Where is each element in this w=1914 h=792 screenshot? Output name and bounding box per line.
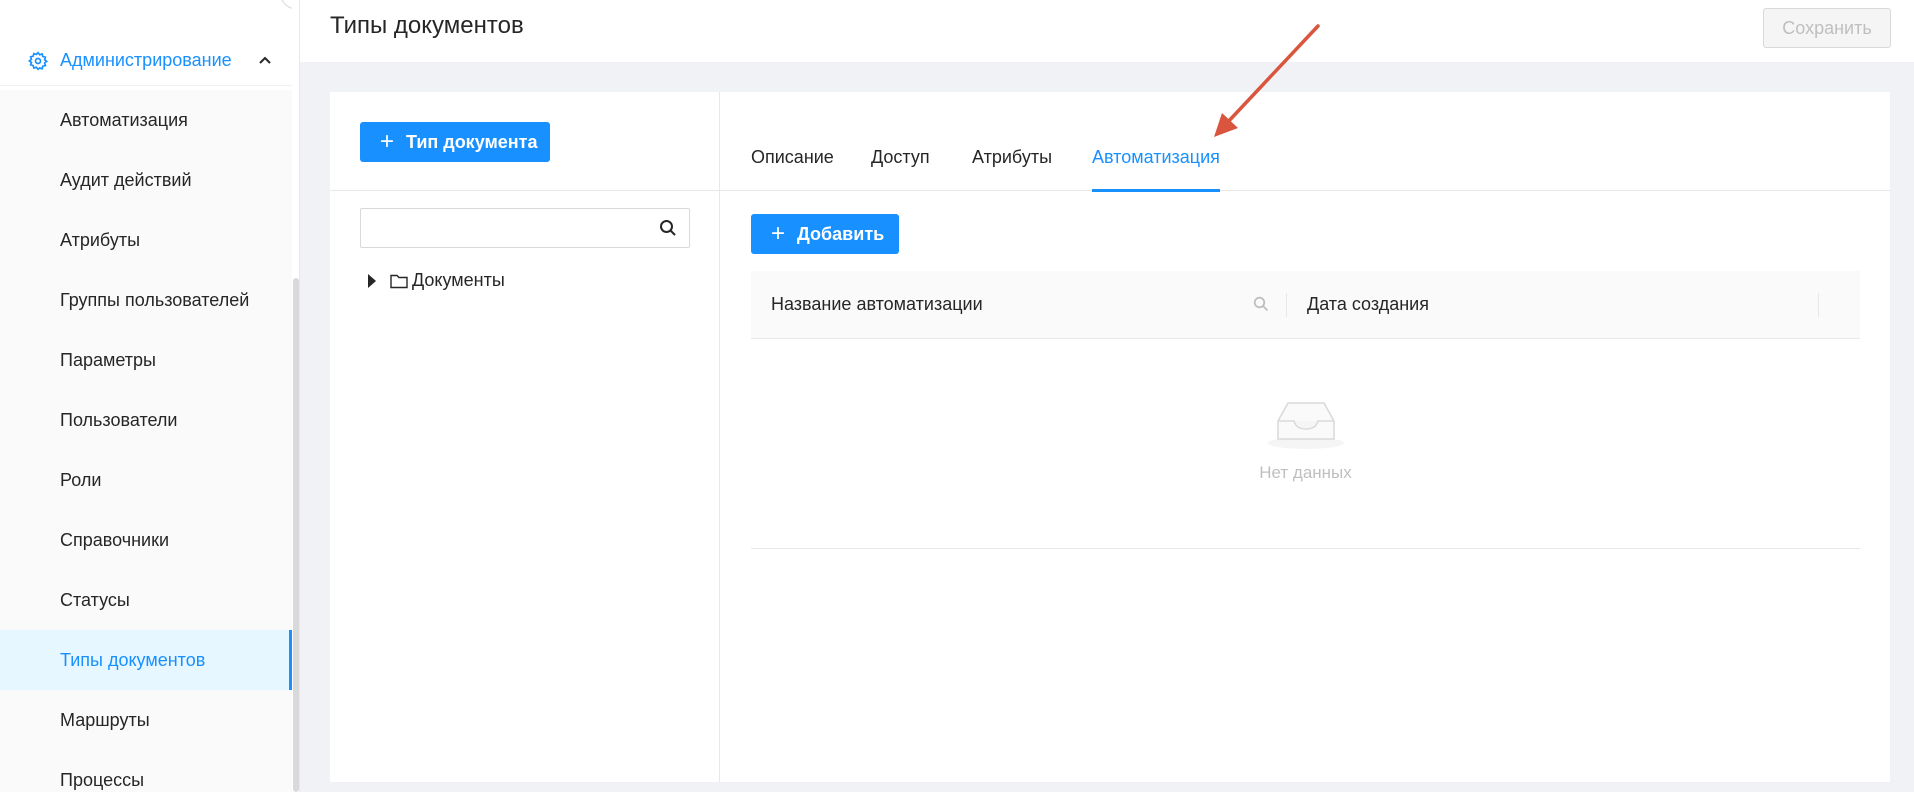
- menu-section-administration[interactable]: Администрирование: [0, 36, 299, 86]
- save-button[interactable]: Сохранить: [1763, 8, 1891, 48]
- sidebar-item-label: Группы пользователей: [60, 289, 250, 310]
- sidebar-item-label: Параметры: [60, 349, 156, 370]
- sidebar-item-processes[interactable]: Процессы: [0, 750, 292, 792]
- sidebar-item-document-types[interactable]: Типы документов: [0, 630, 292, 690]
- sidebar-item-routes[interactable]: Маршруты: [0, 690, 292, 750]
- tab-access[interactable]: Доступ: [871, 147, 930, 191]
- main-card: + Тип документа Документы Описание Досту…: [330, 92, 1890, 782]
- add-document-type-button[interactable]: + Тип документа: [360, 122, 550, 162]
- column-header-name: Название автоматизации: [771, 294, 983, 314]
- page-header: Типы документов: [300, 0, 1914, 62]
- sidebar-item-label: Статусы: [60, 589, 130, 610]
- sidebar-item-label: Типы документов: [60, 649, 206, 670]
- tree-node-documents[interactable]: Документы: [368, 270, 505, 291]
- folder-icon: [390, 274, 408, 288]
- tab-attributes[interactable]: Атрибуты: [972, 147, 1052, 191]
- plus-icon: +: [380, 128, 395, 155]
- add-automation-label: Добавить: [797, 223, 885, 244]
- sidebar-item-label: Аудит действий: [60, 169, 192, 190]
- sidebar-item-label: Автоматизация: [60, 109, 188, 130]
- sidebar-item-audit[interactable]: Аудит действий: [0, 150, 292, 210]
- sidebar-item-user-groups[interactable]: Группы пользователей: [0, 270, 292, 330]
- section-label: Администрирование: [60, 50, 232, 70]
- plus-icon: +: [771, 220, 786, 247]
- column-divider: [1818, 293, 1819, 317]
- sidebar-item-parameters[interactable]: Параметры: [0, 330, 292, 390]
- table-body-empty: Нет данных: [751, 339, 1860, 549]
- document-types-pane: + Тип документа Документы: [330, 92, 720, 782]
- sidebar-item-automation[interactable]: Автоматизация: [0, 90, 292, 150]
- empty-state-text: Нет данных: [1259, 463, 1352, 482]
- sidebar-item-roles[interactable]: Роли: [0, 450, 292, 510]
- sidebar: Администрирование Автоматизация Аудит де…: [0, 0, 300, 792]
- left-pane-header: + Тип документа: [330, 92, 719, 191]
- tab-description[interactable]: Описание: [751, 147, 834, 191]
- search-icon[interactable]: [1253, 296, 1269, 312]
- details-pane: Описание Доступ Атрибуты Автоматизация +…: [720, 92, 1890, 782]
- automations-table: Название автоматизации Дата создания Нет…: [751, 271, 1860, 549]
- add-document-type-label: Тип документа: [406, 131, 538, 152]
- sidebar-item-label: Атрибуты: [60, 229, 141, 250]
- tree-search-input[interactable]: [360, 208, 690, 248]
- page-title: Типы документов: [330, 12, 524, 39]
- table-header: Название автоматизации Дата создания: [751, 271, 1860, 339]
- sidebar-item-label: Маршруты: [60, 709, 150, 730]
- sidebar-item-attributes[interactable]: Атрибуты: [0, 210, 292, 270]
- sidebar-scrollbar-thumb[interactable]: [293, 278, 299, 792]
- sidebar-item-label: Справочники: [60, 529, 170, 550]
- search-icon[interactable]: [659, 219, 677, 237]
- sidebar-item-directories[interactable]: Справочники: [0, 510, 292, 570]
- sidebar-item-label: Процессы: [60, 769, 145, 790]
- sidebar-item-users[interactable]: Пользователи: [0, 390, 292, 450]
- chevron-up-icon[interactable]: [258, 53, 272, 67]
- tab-automation[interactable]: Автоматизация: [1092, 147, 1220, 192]
- column-header-created-date: Дата создания: [1307, 294, 1429, 314]
- sidebar-item-label: Роли: [60, 469, 102, 490]
- tabs-bar: Описание Доступ Атрибуты Автоматизация: [720, 92, 1890, 192]
- tree-node-label: Документы: [412, 270, 505, 290]
- caret-right-icon[interactable]: [368, 273, 376, 288]
- gear-icon: [28, 50, 48, 71]
- column-divider: [1286, 293, 1287, 317]
- empty-inbox-icon: [1268, 402, 1344, 449]
- sidebar-item-statuses[interactable]: Статусы: [0, 570, 292, 630]
- add-automation-button[interactable]: + Добавить: [751, 214, 899, 254]
- admin-submenu: Автоматизация Аудит действий Атрибуты Гр…: [0, 90, 292, 792]
- sidebar-item-label: Пользователи: [60, 409, 178, 430]
